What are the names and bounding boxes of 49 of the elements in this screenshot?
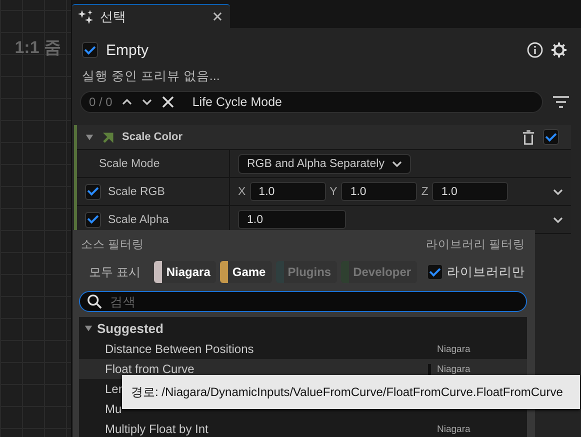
source-filter-toggle[interactable]: Niagara bbox=[154, 261, 216, 283]
axis-label: Y bbox=[330, 186, 338, 198]
search-field[interactable]: 검색 bbox=[79, 291, 527, 312]
checkbox[interactable] bbox=[85, 212, 101, 228]
checkbox[interactable] bbox=[543, 129, 559, 145]
module-title: Scale Color bbox=[122, 131, 184, 143]
next-match-icon[interactable] bbox=[142, 97, 152, 107]
clear-icon[interactable] bbox=[162, 96, 174, 108]
close-icon[interactable] bbox=[213, 12, 222, 21]
number-field[interactable]: 1.0 bbox=[341, 182, 418, 201]
path-tooltip: 경로: /Niagara/DynamicInputs/ValueFromCurve/FloatFromCurve.FloatFromCurve bbox=[122, 375, 580, 409]
number-field[interactable]: 1.0 bbox=[432, 182, 508, 201]
library-filter-label: 라이브러리 필터링 bbox=[426, 238, 525, 252]
filter-icon[interactable] bbox=[553, 95, 569, 109]
number-field[interactable]: 1.0 bbox=[238, 210, 346, 229]
search-field[interactable]: 0 / 0 Life Cycle Mode bbox=[80, 91, 543, 113]
previous-match-icon[interactable] bbox=[122, 97, 132, 107]
preview-status: 실행 중인 프리뷰 없음... bbox=[81, 68, 221, 85]
info-icon[interactable] bbox=[527, 42, 543, 58]
expand-chevron-icon[interactable] bbox=[553, 186, 563, 196]
zoom-label: 1:1 줌 bbox=[14, 37, 62, 59]
scale-mode-dropdown[interactable]: RGB and Alpha Separately bbox=[238, 154, 412, 174]
axis-label: X bbox=[238, 186, 246, 198]
show-all-button[interactable]: 모두 표시 bbox=[79, 261, 150, 283]
chevron-down-icon[interactable] bbox=[392, 158, 402, 168]
source-filter-label: 소스 필터링 bbox=[81, 238, 144, 252]
expand-chevron-icon[interactable] bbox=[553, 214, 563, 224]
settings-icon[interactable] bbox=[551, 42, 567, 58]
panel-tab[interactable]: 선택 bbox=[72, 4, 230, 28]
checkbox[interactable] bbox=[82, 42, 98, 58]
module-list-item[interactable]: Multiply Float by Int Niagara bbox=[79, 419, 527, 437]
category-header[interactable]: Suggested bbox=[79, 317, 527, 339]
library-only-label: 라이브러리만 bbox=[447, 264, 526, 280]
collapse-triangle-icon bbox=[84, 324, 93, 332]
checkbox[interactable] bbox=[85, 184, 101, 200]
module-list-item[interactable]: Distance Between Positions Niagara bbox=[79, 339, 527, 359]
trash-icon[interactable] bbox=[522, 130, 535, 144]
emitter-name: Empty bbox=[106, 42, 150, 58]
sparkle-icon bbox=[78, 8, 94, 24]
arrow-icon bbox=[102, 131, 114, 143]
collapse-triangle-icon[interactable] bbox=[85, 132, 94, 142]
property-label: Scale RGB bbox=[108, 186, 165, 198]
search-icon bbox=[87, 294, 102, 309]
checkbox[interactable] bbox=[427, 264, 444, 280]
property-label: Scale Alpha bbox=[108, 214, 169, 226]
number-field[interactable]: 1.0 bbox=[250, 182, 326, 201]
property-label: Scale Mode bbox=[98, 158, 160, 170]
source-filter-toggle[interactable]: Game bbox=[220, 261, 272, 283]
axis-label: Z bbox=[421, 186, 428, 198]
